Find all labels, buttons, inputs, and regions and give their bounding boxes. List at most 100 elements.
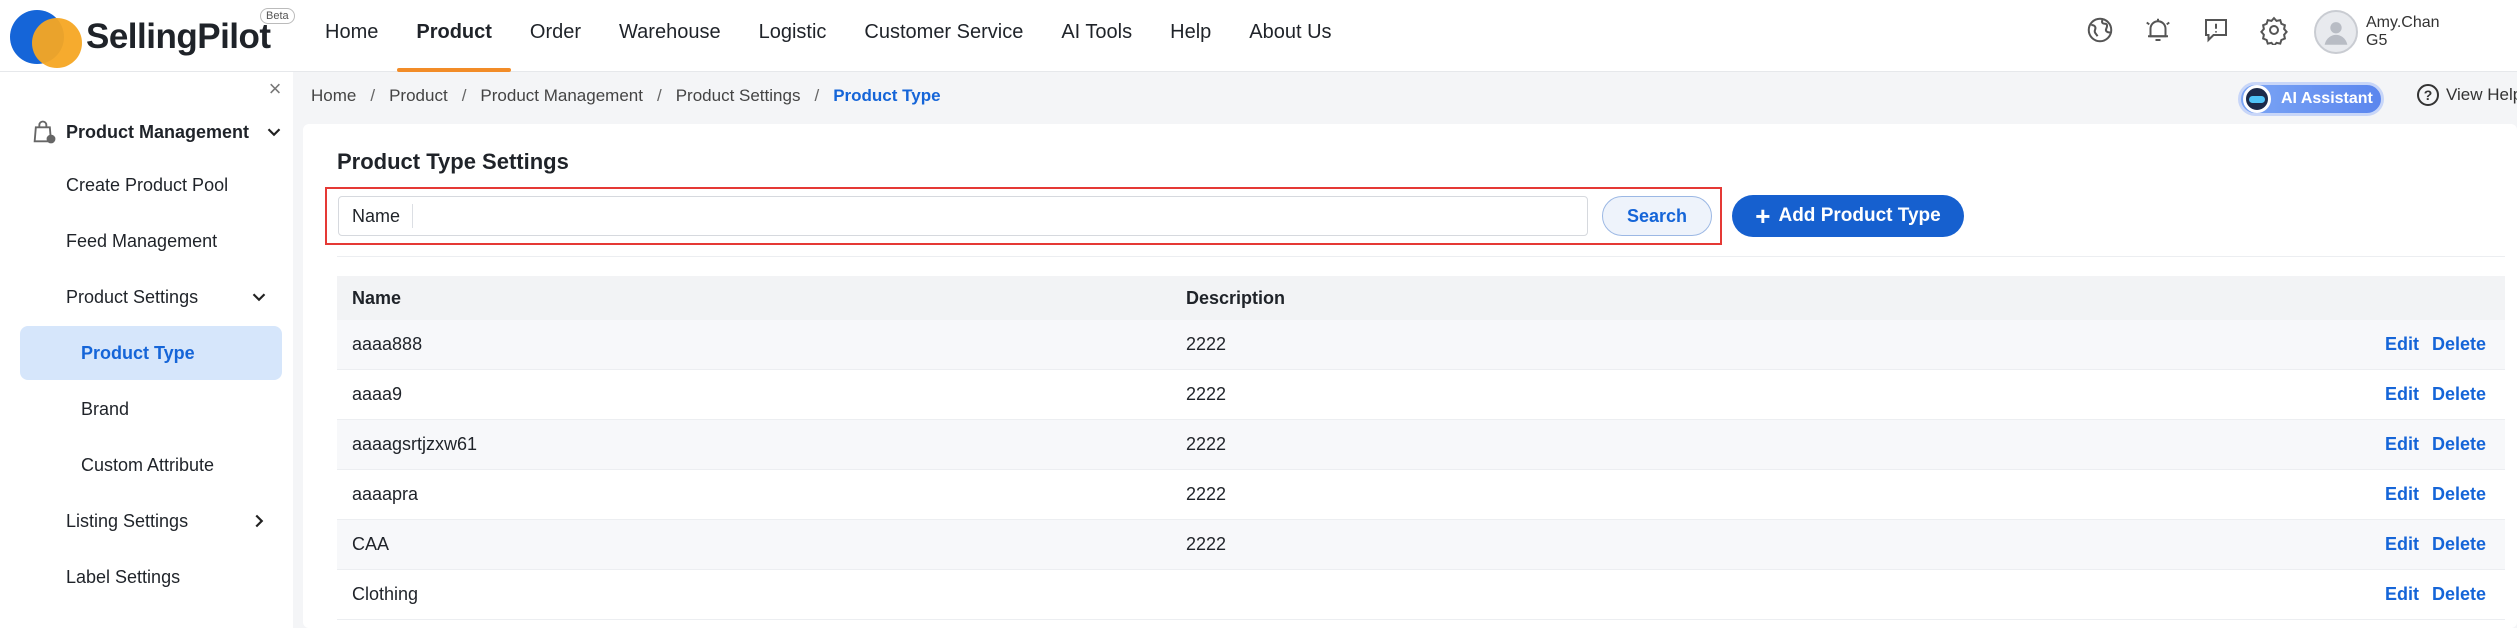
bell-icon[interactable] (2142, 14, 2174, 46)
nav-about-us[interactable]: About Us (1230, 0, 1350, 72)
nav-help[interactable]: Help (1151, 0, 1230, 72)
beta-badge: Beta (260, 8, 295, 24)
delete-link[interactable]: Delete (2432, 434, 2486, 454)
sidebar-item-label: Create Product Pool (66, 174, 229, 195)
table-header: Name Description (337, 276, 2505, 320)
table-row: aaaapra 2222 Edit Delete (337, 470, 2505, 520)
breadcrumb: Home / Product / Product Management / Pr… (311, 86, 941, 106)
sidebar-item-feed-management[interactable]: Feed Management (20, 214, 282, 268)
sidebar-item-brand[interactable]: Brand (20, 382, 282, 436)
sidebar-item-label: Brand (81, 398, 130, 419)
column-header-description: Description (1186, 287, 1286, 308)
sidebar-item-product-type[interactable]: Product Type (20, 326, 282, 380)
chevron-down-icon (252, 293, 266, 302)
search-input[interactable] (413, 198, 1587, 234)
cell-name: CAA (352, 534, 390, 554)
sidebar-item-label: Product Settings (66, 286, 199, 307)
breadcrumb-separator: / (656, 86, 662, 105)
name-field-label: Name (339, 204, 414, 228)
user-name: Amy.Chan (2366, 14, 2440, 31)
breadcrumb-current: Product Type (833, 86, 941, 105)
delete-link[interactable]: Delete (2432, 384, 2486, 404)
product-type-table: Name Description aaaa888 2222 Edit Delete… (337, 276, 2505, 620)
table-body: aaaa888 2222 Edit Delete aaaa9 2222 Edit D… (337, 320, 2505, 620)
cell-name: Clothing (352, 584, 419, 604)
table-row: aaaa888 2222 Edit Delete (337, 320, 2505, 370)
table-row: aaaagsrtjzxw61 2222 Edit Delete (337, 420, 2505, 470)
row-actions: Edit Delete (2305, 434, 2505, 455)
add-product-type-button[interactable]: + Add Product Type (1732, 195, 1964, 237)
cell-name: aaaapra (352, 484, 419, 504)
table-row: CAA 2222 Edit Delete (337, 520, 2505, 570)
nav-ai-tools[interactable]: AI Tools (1042, 0, 1151, 72)
name-search-field[interactable]: Name (338, 196, 1588, 236)
sidebar-item-label: Custom Attribute (81, 454, 215, 475)
breadcrumb-product-management[interactable]: Product Management (480, 86, 643, 106)
content-panel: Product Type Settings Name Search + Add … (303, 124, 2517, 628)
breadcrumb-product-settings[interactable]: Product Settings (676, 86, 801, 106)
edit-link[interactable]: Edit (2385, 584, 2419, 604)
logo-mark-icon (8, 4, 82, 68)
ai-assistant-button[interactable]: AI Assistant (2238, 82, 2384, 116)
table-row: Clothing Edit Delete (337, 570, 2505, 620)
sidebar-item-label: Listing Settings (66, 510, 189, 531)
view-help-link[interactable]: ? View Help (2417, 84, 2517, 106)
delete-link[interactable]: Delete (2432, 484, 2486, 504)
gear-icon[interactable] (2258, 14, 2290, 46)
sidebar-item-product-settings[interactable]: Product Settings (20, 270, 282, 324)
header-icons (2084, 14, 2290, 46)
nav-product[interactable]: Product (397, 0, 511, 72)
main-nav: Home Product Order Warehouse Logistic Cu… (306, 0, 1351, 72)
close-icon[interactable]: × (264, 78, 286, 100)
user-sub: G5 (2366, 32, 2388, 49)
sidebar-item-create-product-pool[interactable]: Create Product Pool (20, 158, 282, 212)
nav-order[interactable]: Order (511, 0, 600, 72)
delete-link[interactable]: Delete (2432, 584, 2486, 604)
cell-name: aaaa888 (352, 334, 423, 354)
edit-link[interactable]: Edit (2385, 534, 2419, 554)
cell-name: aaaa9 (352, 384, 403, 404)
robot-icon (2243, 85, 2271, 113)
nav-logistic[interactable]: Logistic (740, 0, 846, 72)
delete-link[interactable]: Delete (2432, 334, 2486, 354)
delete-link[interactable]: Delete (2432, 534, 2486, 554)
edit-link[interactable]: Edit (2385, 434, 2419, 454)
sidebar-item-label: Feed Management (66, 230, 218, 251)
breadcrumb-home[interactable]: Home (311, 86, 356, 106)
brand-logo[interactable]: SellingPilot Beta (8, 4, 295, 68)
nav-customer-service[interactable]: Customer Service (845, 0, 1042, 72)
row-actions: Edit Delete (2305, 334, 2505, 355)
table-row: aaaa9 2222 Edit Delete (337, 370, 2505, 420)
cell-description: 2222 (1186, 334, 1227, 354)
chevron-down-icon (267, 128, 281, 137)
sidebar-item-label: Product Type (81, 342, 195, 363)
help-circle-icon: ? (2417, 84, 2439, 106)
user-menu[interactable]: Amy.Chan G5 (2314, 8, 2440, 56)
sidebar-group-label: Product Management (66, 121, 250, 142)
row-actions: Edit Delete (2305, 534, 2505, 555)
globe-icon[interactable] (2084, 14, 2116, 46)
sidebar-group-product-management[interactable]: Product Management (30, 112, 285, 152)
brand-name: SellingPilot (86, 17, 271, 56)
plus-icon: + (1755, 201, 1771, 231)
breadcrumb-separator: / (814, 86, 820, 105)
cell-description: 2222 (1186, 484, 1227, 504)
sidebar-item-listing-settings[interactable]: Listing Settings (20, 494, 282, 548)
add-button-label: Add Product Type (1778, 205, 1941, 226)
sidebar-item-custom-attribute[interactable]: Custom Attribute (20, 438, 282, 492)
nav-warehouse[interactable]: Warehouse (600, 0, 740, 72)
sidebar: × Product Management Create Product Pool… (0, 72, 293, 628)
search-button[interactable]: Search (1602, 196, 1712, 236)
cell-description: 2222 (1186, 384, 1227, 404)
product-bag-icon (33, 120, 56, 144)
nav-home[interactable]: Home (306, 0, 397, 72)
edit-link[interactable]: Edit (2385, 384, 2419, 404)
cell-description: 2222 (1186, 434, 1227, 454)
feedback-icon[interactable] (2200, 14, 2232, 46)
breadcrumb-product[interactable]: Product (389, 86, 448, 106)
edit-link[interactable]: Edit (2385, 484, 2419, 504)
sidebar-item-label-settings[interactable]: Label Settings (20, 550, 282, 604)
chevron-right-icon (255, 514, 264, 528)
breadcrumb-separator: / (461, 86, 467, 105)
edit-link[interactable]: Edit (2385, 334, 2419, 354)
